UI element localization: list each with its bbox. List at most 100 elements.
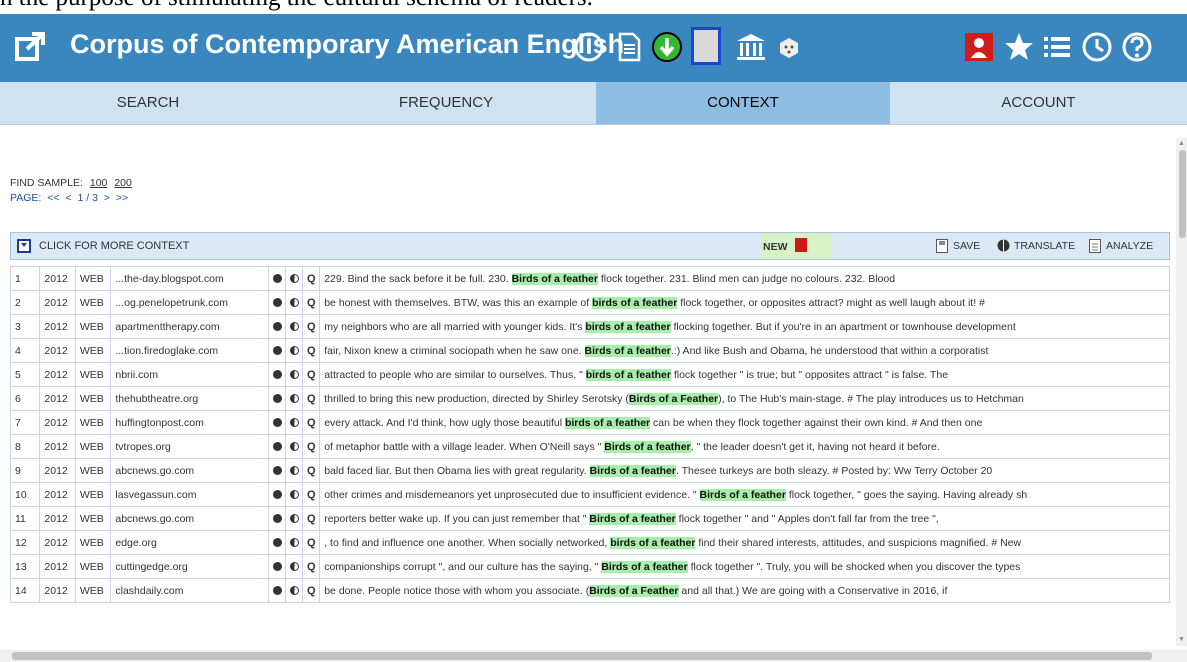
expand-dot-icon[interactable] bbox=[272, 562, 282, 572]
table-row[interactable]: 8 2012 WEB tvtropes.org Qof metaphor battle … bbox=[9, 434, 1170, 459]
translate-row-cell[interactable] bbox=[284, 554, 303, 579]
save-icon[interactable] bbox=[936, 239, 948, 253]
first-page-link[interactable]: << bbox=[47, 192, 59, 204]
expand-row-cell[interactable] bbox=[267, 434, 286, 459]
save-button[interactable]: SAVE bbox=[953, 240, 980, 252]
translate-globe-icon[interactable] bbox=[289, 490, 299, 500]
info-icon[interactable] bbox=[572, 30, 606, 64]
translate-row-cell[interactable] bbox=[284, 410, 303, 435]
expand-dot-icon[interactable] bbox=[272, 418, 282, 428]
expand-row-cell[interactable] bbox=[267, 506, 286, 531]
vertical-scroll-thumb[interactable] bbox=[1179, 150, 1186, 238]
row-source-link[interactable]: ...tion.firedoglake.com bbox=[110, 338, 269, 363]
translate-row-cell[interactable] bbox=[284, 506, 303, 531]
dice-icon[interactable] bbox=[772, 30, 806, 64]
expand-row-cell[interactable] bbox=[267, 290, 286, 315]
translate-row-cell[interactable] bbox=[284, 578, 303, 603]
search-icon[interactable]: Q bbox=[307, 585, 316, 597]
user-profile-icon[interactable] bbox=[962, 30, 996, 64]
translate-globe-icon[interactable] bbox=[289, 274, 299, 284]
keyword-hit[interactable]: Birds of a feather bbox=[604, 440, 691, 453]
translate-row-cell[interactable] bbox=[284, 386, 303, 411]
table-row[interactable]: 11 2012 WEB abcnews.go.com Qreporters better… bbox=[9, 506, 1170, 531]
table-row[interactable]: 7 2012 WEB huffingtonpost.com Qevery attack.… bbox=[9, 410, 1170, 435]
translate-row-cell[interactable] bbox=[284, 530, 303, 555]
texture-grid-icon[interactable] bbox=[690, 26, 722, 66]
last-page-link[interactable]: >> bbox=[116, 192, 128, 204]
horizontal-scroll-thumb[interactable] bbox=[12, 652, 1152, 660]
tab-frequency[interactable]: FREQUENCY bbox=[296, 82, 596, 124]
expand-row-cell[interactable] bbox=[267, 314, 286, 339]
translate-row-cell[interactable] bbox=[284, 338, 303, 363]
row-source-link[interactable]: tvtropes.org bbox=[110, 434, 269, 459]
expand-dot-icon[interactable] bbox=[272, 394, 282, 404]
translate-row-cell[interactable] bbox=[284, 434, 303, 459]
search-icon[interactable]: Q bbox=[307, 345, 316, 357]
help-icon[interactable] bbox=[1120, 30, 1154, 64]
search-row-cell[interactable]: Q bbox=[301, 314, 321, 339]
expand-row-cell[interactable] bbox=[267, 362, 286, 387]
list-icon[interactable] bbox=[1040, 30, 1074, 64]
table-row[interactable]: 2 2012 WEB ...og.penelopetrunk.com Qbe hones… bbox=[9, 290, 1170, 315]
sample-100-link[interactable]: 100 bbox=[90, 177, 108, 189]
tab-account[interactable]: ACCOUNT bbox=[890, 82, 1187, 124]
expand-dot-icon[interactable] bbox=[272, 346, 282, 356]
search-icon[interactable]: Q bbox=[307, 273, 316, 285]
download-icon[interactable] bbox=[650, 30, 684, 64]
row-source-link[interactable]: ...og.penelopetrunk.com bbox=[110, 290, 269, 315]
search-icon[interactable]: Q bbox=[307, 561, 316, 573]
search-icon[interactable]: Q bbox=[307, 465, 316, 477]
expand-dot-icon[interactable] bbox=[272, 490, 282, 500]
translate-row-cell[interactable] bbox=[284, 290, 303, 315]
scroll-down-arrow-icon[interactable]: ▼ bbox=[1178, 636, 1186, 644]
table-row[interactable]: 6 2012 WEB thehubtheatre.org Qthrilled to br… bbox=[9, 386, 1170, 411]
search-icon[interactable]: Q bbox=[307, 537, 316, 549]
row-source-link[interactable]: lasvegassun.com bbox=[110, 482, 269, 507]
expand-row-cell[interactable] bbox=[267, 410, 286, 435]
expand-dot-icon[interactable] bbox=[272, 538, 282, 548]
row-source-link[interactable]: clashdaily.com bbox=[110, 578, 269, 603]
translate-globe-icon[interactable] bbox=[289, 370, 299, 380]
search-row-cell[interactable]: Q bbox=[301, 410, 321, 435]
translate-globe-icon[interactable] bbox=[289, 514, 299, 524]
keyword-hit[interactable]: Birds of a Feather bbox=[589, 584, 679, 597]
translate-globe-icon[interactable] bbox=[289, 418, 299, 428]
table-row[interactable]: 13 2012 WEB cuttingedge.org Qcompanionships … bbox=[9, 554, 1170, 579]
expand-dot-icon[interactable] bbox=[272, 466, 282, 476]
analyze-document-icon[interactable] bbox=[1089, 239, 1101, 253]
expand-dot-icon[interactable] bbox=[272, 274, 282, 284]
search-row-cell[interactable]: Q bbox=[301, 578, 321, 603]
keyword-hit[interactable]: Birds of a Feather bbox=[628, 392, 719, 405]
sample-200-link[interactable]: 200 bbox=[114, 177, 132, 189]
history-clock-icon[interactable] bbox=[1080, 30, 1114, 64]
keyword-hit[interactable]: birds of a feather bbox=[585, 320, 671, 333]
search-row-cell[interactable]: Q bbox=[301, 482, 321, 507]
translate-row-cell[interactable] bbox=[284, 482, 303, 507]
search-row-cell[interactable]: Q bbox=[301, 506, 321, 531]
expand-row-cell[interactable] bbox=[267, 482, 286, 507]
scroll-up-arrow-icon[interactable]: ▲ bbox=[1178, 140, 1186, 148]
more-context-button[interactable]: CLICK FOR MORE CONTEXT bbox=[39, 240, 189, 252]
search-row-cell[interactable]: Q bbox=[301, 434, 321, 459]
tab-context[interactable]: CONTEXT bbox=[596, 82, 890, 124]
keyword-hit[interactable]: birds of a feather bbox=[592, 296, 678, 309]
table-row[interactable]: 5 2012 WEB nbrii.com Qattracted to people wh… bbox=[9, 362, 1170, 387]
table-row[interactable]: 9 2012 WEB abcnews.go.com Qbald faced liar. … bbox=[9, 458, 1170, 483]
table-row[interactable]: 3 2012 WEB apartmenttherapy.com Qmy neighbor… bbox=[9, 314, 1170, 339]
keyword-hit[interactable]: Birds of a feather bbox=[584, 344, 671, 357]
keyword-hit[interactable]: Birds of a feather bbox=[699, 488, 786, 501]
translate-globe-icon[interactable] bbox=[289, 346, 299, 356]
keyword-hit[interactable]: birds of a feather bbox=[564, 416, 651, 429]
expand-row-cell[interactable] bbox=[267, 386, 286, 411]
search-icon[interactable]: Q bbox=[307, 321, 316, 333]
translate-button[interactable]: TRANSLATE bbox=[1014, 240, 1075, 252]
translate-globe-icon[interactable] bbox=[289, 586, 299, 596]
expand-dot-icon[interactable] bbox=[272, 442, 282, 452]
search-row-cell[interactable]: Q bbox=[301, 290, 321, 315]
expand-row-cell[interactable] bbox=[267, 338, 286, 363]
translate-row-cell[interactable] bbox=[284, 314, 303, 339]
translate-globe-icon[interactable] bbox=[289, 394, 299, 404]
row-source-link[interactable]: apartmenttherapy.com bbox=[110, 314, 269, 339]
tab-search[interactable]: SEARCH bbox=[0, 82, 296, 124]
expand-dot-icon[interactable] bbox=[272, 322, 282, 332]
